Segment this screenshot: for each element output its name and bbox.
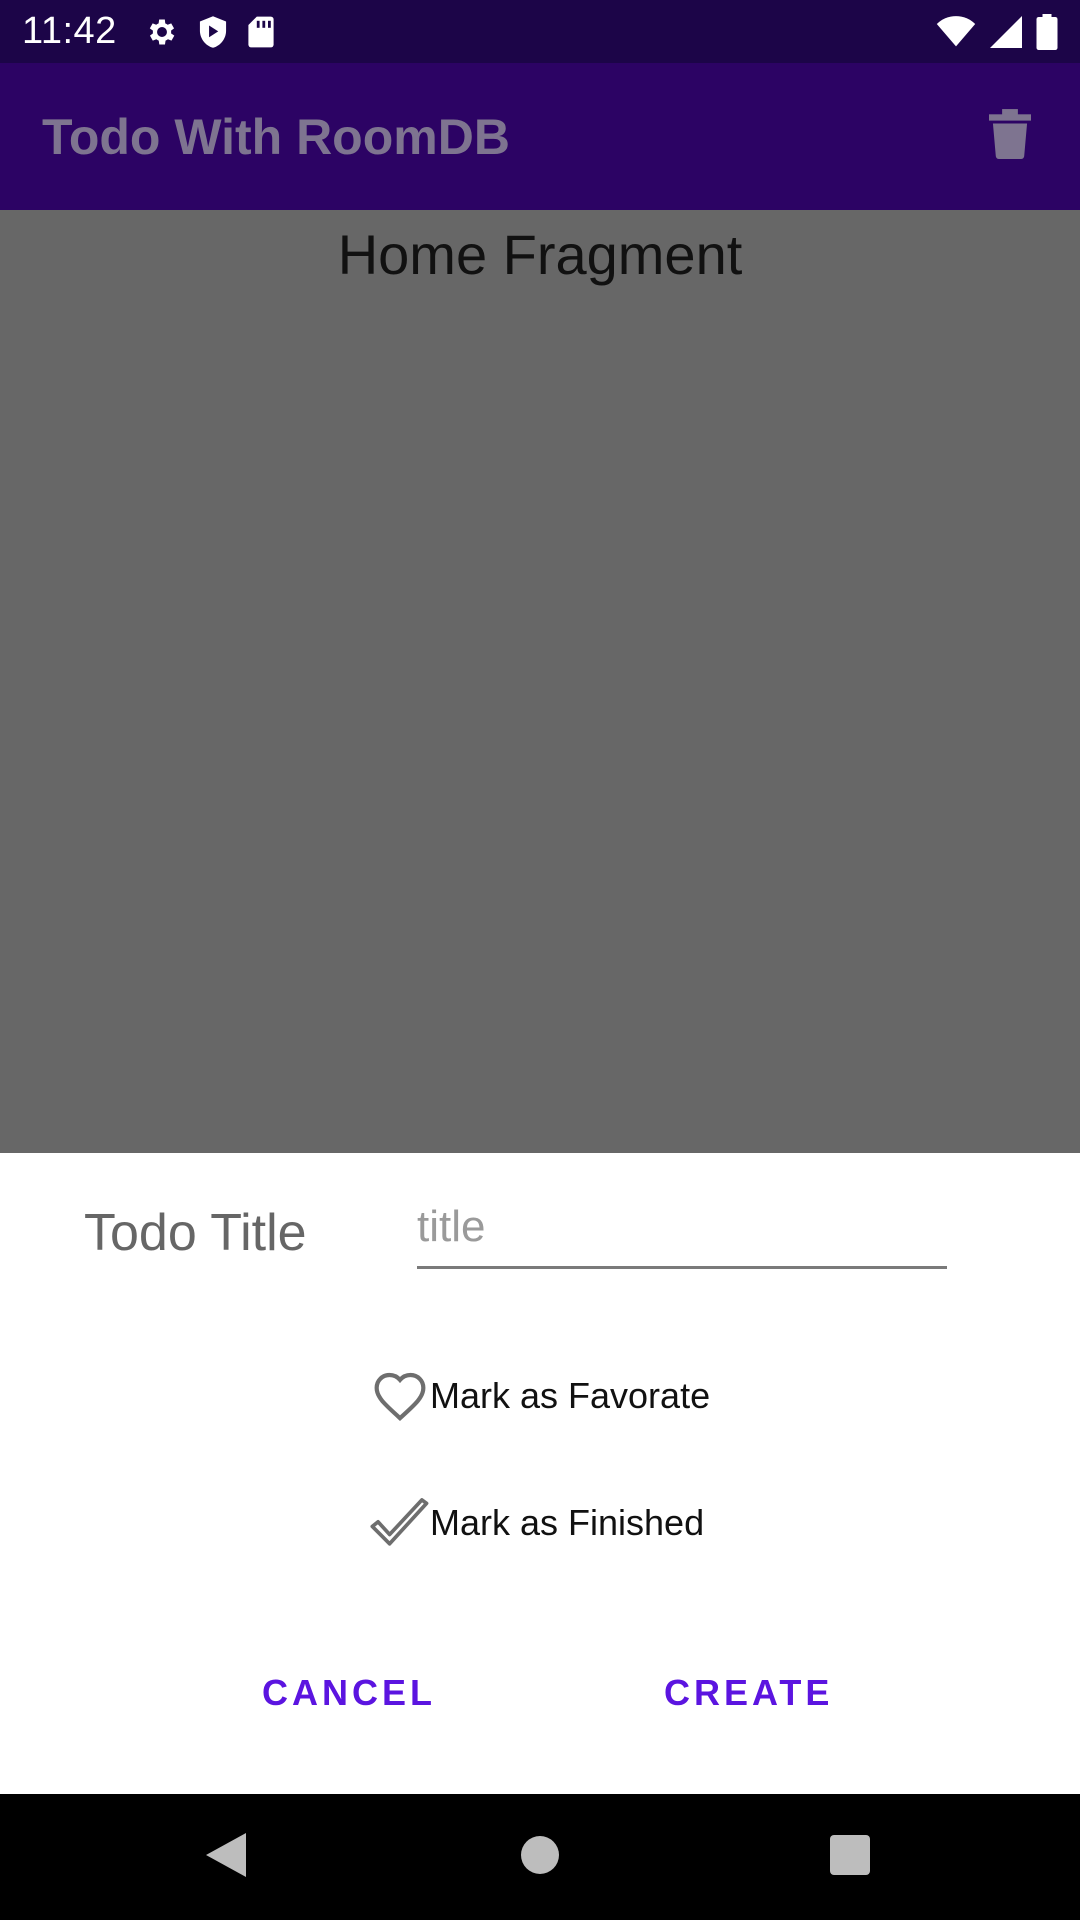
status-bar: 11:42 <box>0 0 1080 63</box>
home-icon <box>520 1835 560 1880</box>
delete-all-button[interactable] <box>982 105 1038 169</box>
screen: 11:42 Todo With RoomDB Home Fragment Tod… <box>0 0 1080 1920</box>
app-bar: Todo With RoomDB <box>0 63 1080 210</box>
app-title: Todo With RoomDB <box>42 108 510 165</box>
home-fragment: Home Fragment <box>0 210 1080 1153</box>
sd-card-icon <box>247 15 275 49</box>
create-todo-dialog: Todo Title Mark as Favorate Mark as Fini… <box>0 1153 1080 1794</box>
todo-title-input[interactable] <box>417 1195 947 1269</box>
back-icon <box>204 1831 248 1884</box>
status-left: 11:42 <box>22 10 293 53</box>
nav-home-button[interactable] <box>512 1829 568 1885</box>
wifi-icon <box>936 15 976 48</box>
fragment-label: Home Fragment <box>337 223 743 286</box>
todo-title-label: Todo Title <box>84 1204 307 1262</box>
favorite-label: Mark as Favorate <box>430 1375 711 1416</box>
create-button[interactable]: CREATE <box>664 1663 833 1723</box>
check-icon <box>370 1493 430 1553</box>
gear-icon <box>145 15 179 49</box>
cancel-button[interactable]: CANCEL <box>262 1663 436 1723</box>
finished-toggle[interactable]: Mark as Finished <box>370 1493 704 1553</box>
recents-icon <box>830 1834 870 1880</box>
favorite-toggle[interactable]: Mark as Favorate <box>370 1366 710 1426</box>
status-time: 11:42 <box>22 10 117 52</box>
heart-icon <box>370 1366 430 1426</box>
shield-icon <box>197 15 229 49</box>
signal-icon <box>990 15 1022 48</box>
finished-label: Mark as Finished <box>430 1502 705 1543</box>
nav-recents-button[interactable] <box>822 1829 878 1885</box>
trash-icon <box>989 109 1031 164</box>
battery-icon <box>1036 13 1058 50</box>
status-right <box>922 13 1058 50</box>
nav-back-button[interactable] <box>198 1829 254 1885</box>
navigation-bar <box>0 1794 1080 1920</box>
